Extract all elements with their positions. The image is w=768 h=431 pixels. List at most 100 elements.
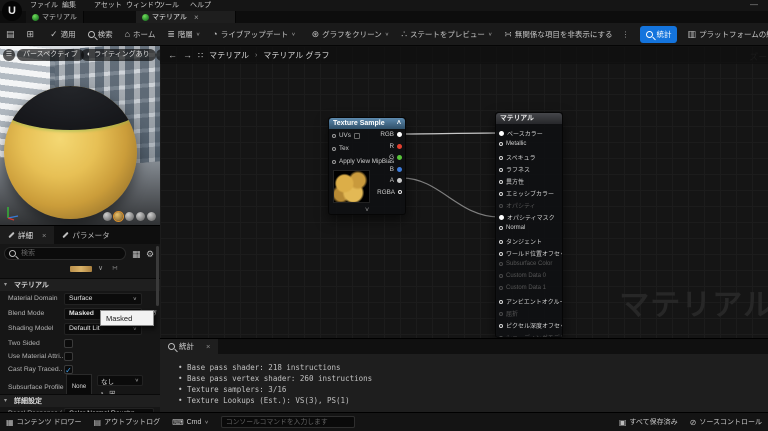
input-pin-icon[interactable] bbox=[332, 133, 336, 138]
preview-mesh-plane-icon[interactable] bbox=[136, 212, 145, 221]
search-button[interactable]: 検索 bbox=[82, 23, 119, 46]
material-pin-icon[interactable] bbox=[499, 323, 503, 328]
back-arrow-icon[interactable]: ← bbox=[168, 50, 177, 60]
hierarchy-button[interactable]: ≣ 階層 ∨ bbox=[161, 23, 206, 46]
material-pin-icon[interactable] bbox=[499, 226, 503, 230]
material-pin-icon[interactable] bbox=[499, 215, 504, 220]
material-pin-icon[interactable] bbox=[499, 167, 503, 172]
material-pin-2[interactable]: スペキュラ bbox=[499, 153, 536, 162]
texture-output-g[interactable]: G bbox=[389, 154, 402, 161]
strip-more-icon[interactable]: ∺ bbox=[112, 264, 118, 272]
material-pin-5[interactable]: エミッシブカラー bbox=[499, 189, 554, 198]
texture-input-tex[interactable]: Tex bbox=[332, 145, 349, 152]
material-pin-0[interactable]: ベースカラー bbox=[499, 129, 543, 138]
lit-mode-button[interactable]: ◐ ライティングあり bbox=[81, 49, 156, 61]
tab-details[interactable]: 詳細 × bbox=[0, 226, 55, 244]
hide-unrelated-button[interactable]: ∺ 無関係な項目を非表示にする bbox=[498, 23, 618, 46]
material-pin-icon[interactable] bbox=[499, 251, 503, 256]
stats-tab-close-icon[interactable]: × bbox=[206, 342, 210, 351]
collapse-caret-icon[interactable]: ˄ bbox=[397, 118, 401, 129]
material-pin-11[interactable]: Subsurface Color bbox=[499, 261, 552, 267]
material-pin-icon[interactable] bbox=[499, 262, 503, 266]
material-graph-canvas[interactable]: ← → ∷ マテリアル › マテリアル グラフ ズーム マテリアル Textur… bbox=[160, 46, 768, 412]
minimize-button[interactable]: — bbox=[750, 0, 758, 9]
menu-item-5[interactable]: ヘルプ bbox=[186, 0, 215, 11]
material-domain-dropdown[interactable]: Surface ∨ bbox=[64, 293, 142, 305]
material-pin-8[interactable]: Normal bbox=[499, 225, 525, 231]
output-pin-icon[interactable] bbox=[397, 143, 402, 149]
cmd-dropdown[interactable]: ⌨ Cmd ∨ bbox=[166, 413, 215, 431]
tab-parameters[interactable]: パラメータ bbox=[54, 226, 117, 244]
subsurface-profile-dropdown[interactable]: なし ∨ bbox=[97, 375, 143, 386]
section-material[interactable]: マテリアル bbox=[0, 278, 160, 292]
texture-input-apply-view-mipbias[interactable]: Apply View MipBias bbox=[332, 158, 394, 165]
tab-stats[interactable]: 統計 × bbox=[160, 339, 219, 354]
section-advanced[interactable]: 詳細設定 bbox=[0, 394, 160, 408]
material-pin-16[interactable]: ピクセル深度オフセット bbox=[499, 321, 562, 330]
details-grid-icon[interactable]: ▦ bbox=[132, 249, 141, 260]
perspective-button[interactable]: パースペクティブ bbox=[17, 49, 84, 61]
texture-output-a[interactable]: A bbox=[390, 177, 402, 184]
platform-stats-button[interactable]: ▥プラットフォームの統計 bbox=[681, 23, 768, 46]
material-pin-15[interactable]: 屈折 bbox=[499, 309, 518, 318]
material-pin-icon[interactable] bbox=[499, 179, 503, 184]
texture-sample-node-header[interactable]: Texture Sample ˄ bbox=[329, 118, 405, 129]
stats-button-active[interactable]: 統計 bbox=[640, 25, 678, 43]
two-sided-checkbox[interactable] bbox=[64, 339, 73, 348]
details-scrollbar[interactable] bbox=[156, 246, 159, 306]
menu-item-0[interactable]: ファイル bbox=[26, 0, 62, 11]
apply-button[interactable]: ✓ 適用 bbox=[44, 23, 82, 46]
input-pin-icon[interactable] bbox=[332, 159, 336, 164]
forward-arrow-icon[interactable]: → bbox=[183, 50, 192, 60]
input-pin-icon[interactable] bbox=[332, 146, 336, 151]
menu-item-2[interactable]: アセット bbox=[90, 0, 126, 11]
browse-button[interactable]: ⊞ bbox=[21, 23, 41, 46]
source-control-button[interactable]: ⊘ ソースコントロール bbox=[684, 413, 768, 431]
output-pin-icon[interactable] bbox=[397, 132, 402, 137]
tab-material-2-active[interactable]: マテリアル × bbox=[136, 11, 236, 23]
preview-mesh-cube-icon[interactable] bbox=[125, 212, 134, 221]
viewport-menu-icon[interactable]: ☰ bbox=[3, 49, 15, 61]
breadcrumb-current[interactable]: マテリアル グラフ bbox=[263, 50, 329, 61]
details-settings-gear-icon[interactable]: ⚙ bbox=[146, 249, 154, 260]
preview-mesh-custom-mesh-icon[interactable] bbox=[147, 212, 156, 221]
preview-mesh-cylinder-icon[interactable] bbox=[103, 212, 112, 221]
tab-close-icon[interactable]: × bbox=[194, 13, 199, 22]
expand-caret-icon[interactable]: ˅ bbox=[365, 207, 369, 214]
material-pin-12[interactable]: Custom Data 0 bbox=[499, 273, 546, 279]
tab-material-1[interactable]: マテリアル bbox=[26, 11, 84, 23]
content-drawer-button[interactable]: ▦ コンテンツ ドロワー bbox=[0, 413, 88, 431]
material-pin-9[interactable]: タンジェント bbox=[499, 237, 542, 246]
cast-ray-traced-checkbox[interactable]: ✓ bbox=[64, 365, 73, 375]
material-pin-14[interactable]: アンビエントオクルージョン bbox=[499, 297, 562, 306]
material-pin-13[interactable]: Custom Data 1 bbox=[499, 285, 546, 291]
strip-chevron-icon[interactable]: ∨ bbox=[98, 264, 103, 272]
material-pin-4[interactable]: 異方性 bbox=[499, 177, 524, 186]
material-pin-icon[interactable] bbox=[499, 239, 503, 244]
details-search-input[interactable] bbox=[4, 247, 126, 260]
material-pin-icon[interactable] bbox=[499, 299, 503, 304]
material-pin-icon[interactable] bbox=[499, 191, 503, 196]
details-tab-close-icon[interactable]: × bbox=[42, 231, 46, 240]
texture-output-r[interactable]: R bbox=[389, 143, 402, 150]
output-pin-icon[interactable] bbox=[397, 155, 402, 160]
material-pin-icon[interactable] bbox=[499, 286, 503, 290]
material-pin-7[interactable]: オパシティマスク bbox=[499, 213, 555, 222]
uv-index-box[interactable] bbox=[353, 132, 360, 139]
texture-input-uvs[interactable]: UVs bbox=[332, 132, 360, 139]
preview-state-button[interactable]: ∴ ステートをプレビュー ∨ bbox=[395, 23, 498, 46]
clean-graph-button[interactable]: ⊛ グラフをクリーン ∨ bbox=[306, 23, 396, 46]
material-result-node[interactable]: マテリアル ベースカラー Metallic スペキュラ ラフネス 異方性 エミッシブカラー… bbox=[495, 112, 563, 338]
material-pin-icon[interactable] bbox=[499, 203, 503, 208]
save-button[interactable]: ▤ bbox=[0, 23, 21, 46]
material-pin-icon[interactable] bbox=[499, 274, 503, 278]
all-saved-button[interactable]: ▣ すべて保存済み bbox=[613, 413, 684, 431]
console-command-input[interactable] bbox=[220, 416, 355, 428]
home-button[interactable]: ⌂ ホーム bbox=[119, 23, 162, 46]
use-material-attributes-checkbox[interactable] bbox=[64, 352, 73, 361]
texture-output-rgb[interactable]: RGB bbox=[380, 131, 402, 138]
material-pin-3[interactable]: ラフネス bbox=[499, 165, 530, 174]
unreal-logo-icon[interactable]: U bbox=[2, 1, 22, 21]
menu-item-1[interactable]: 編集 bbox=[58, 0, 80, 11]
breadcrumb-root[interactable]: マテリアル bbox=[209, 50, 249, 61]
